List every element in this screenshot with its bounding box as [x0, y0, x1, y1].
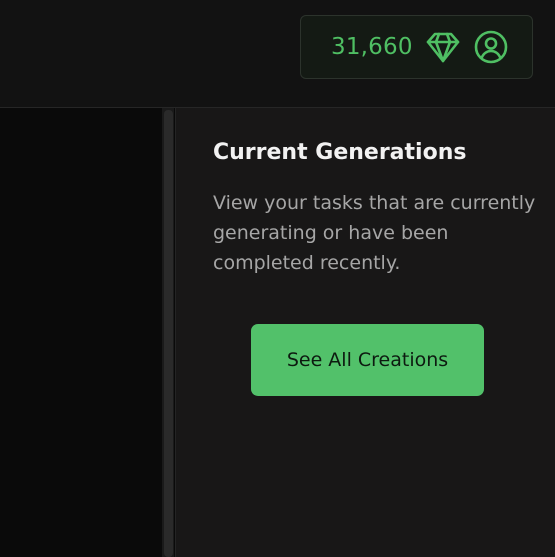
- see-all-creations-button[interactable]: See All Creations: [251, 324, 484, 396]
- panel-description: View your tasks that are currently gener…: [213, 192, 536, 274]
- current-generations-panel: Current Generations View your tasks that…: [175, 108, 555, 557]
- scrollbar-thumb[interactable]: [164, 110, 173, 557]
- panel-title: Current Generations: [213, 140, 467, 165]
- gem-icon: [425, 29, 461, 65]
- left-content-area: [0, 108, 162, 557]
- top-bar: 31,660: [0, 0, 555, 108]
- credits-balance[interactable]: 31,660: [300, 15, 533, 79]
- credits-count: 31,660: [331, 34, 413, 60]
- user-circle-icon[interactable]: [473, 29, 509, 65]
